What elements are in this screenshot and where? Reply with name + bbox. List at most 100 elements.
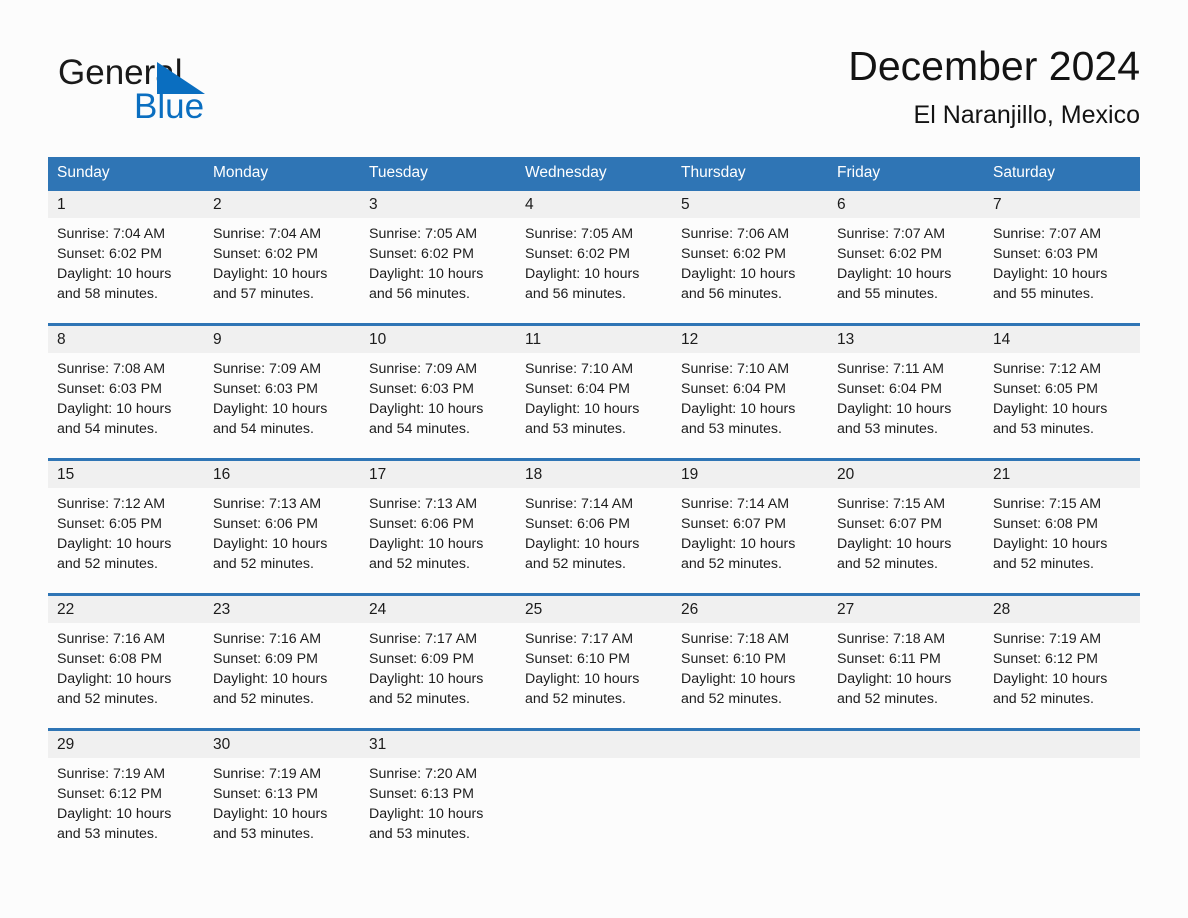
day-cell[interactable]: 10 Sunrise: 7:09 AM Sunset: 6:03 PM Dayl… xyxy=(360,323,516,458)
day-number: 10 xyxy=(369,331,387,348)
day-cell[interactable]: 9 Sunrise: 7:09 AM Sunset: 6:03 PM Dayli… xyxy=(204,323,360,458)
day-cell[interactable]: 1 Sunrise: 7:04 AM Sunset: 6:02 PM Dayli… xyxy=(48,188,204,323)
sunrise-text: Sunrise: 7:16 AM xyxy=(57,631,166,647)
day-cell[interactable]: 25 Sunrise: 7:17 AM Sunset: 6:10 PM Dayl… xyxy=(516,593,672,728)
day-number: 30 xyxy=(213,736,231,753)
day-info: Sunrise: 7:12 AM Sunset: 6:05 PM Dayligh… xyxy=(48,488,204,574)
day-number: 28 xyxy=(993,601,1011,618)
day-number: 29 xyxy=(57,736,75,753)
day-number: 11 xyxy=(525,331,542,348)
daylight-text-line2: and 52 minutes. xyxy=(993,691,1094,707)
day-number-band: 1 xyxy=(48,191,204,218)
daylight-text-line2: and 54 minutes. xyxy=(57,421,158,437)
page-header: General Blue December 2024 El Naranjillo… xyxy=(48,40,1140,145)
daylight-text-line1: Daylight: 10 hours xyxy=(681,401,796,417)
day-cell[interactable]: 11 Sunrise: 7:10 AM Sunset: 6:04 PM Dayl… xyxy=(516,323,672,458)
day-info: Sunrise: 7:09 AM Sunset: 6:03 PM Dayligh… xyxy=(204,353,360,439)
day-cell[interactable]: 2 Sunrise: 7:04 AM Sunset: 6:02 PM Dayli… xyxy=(204,188,360,323)
day-cell[interactable]: 3 Sunrise: 7:05 AM Sunset: 6:02 PM Dayli… xyxy=(360,188,516,323)
day-number: 27 xyxy=(837,601,855,618)
day-cell[interactable]: 18 Sunrise: 7:14 AM Sunset: 6:06 PM Dayl… xyxy=(516,458,672,593)
daylight-text-line2: and 53 minutes. xyxy=(681,421,782,437)
day-cell[interactable]: 8 Sunrise: 7:08 AM Sunset: 6:03 PM Dayli… xyxy=(48,323,204,458)
daylight-text-line2: and 53 minutes. xyxy=(837,421,938,437)
day-number-band: 31 xyxy=(360,731,516,758)
day-number: 17 xyxy=(369,466,387,483)
generalblue-logo[interactable]: General Blue xyxy=(58,52,318,142)
day-number-band xyxy=(672,731,828,758)
day-number: 8 xyxy=(57,331,66,348)
week-row: 1 Sunrise: 7:04 AM Sunset: 6:02 PM Dayli… xyxy=(48,188,1140,323)
day-cell[interactable]: 24 Sunrise: 7:17 AM Sunset: 6:09 PM Dayl… xyxy=(360,593,516,728)
sunset-text: Sunset: 6:02 PM xyxy=(681,246,786,262)
day-cell[interactable]: 13 Sunrise: 7:11 AM Sunset: 6:04 PM Dayl… xyxy=(828,323,984,458)
day-cell[interactable]: 6 Sunrise: 7:07 AM Sunset: 6:02 PM Dayli… xyxy=(828,188,984,323)
day-cell-empty xyxy=(828,728,984,853)
week-row: 8 Sunrise: 7:08 AM Sunset: 6:03 PM Dayli… xyxy=(48,323,1140,458)
day-cell[interactable]: 22 Sunrise: 7:16 AM Sunset: 6:08 PM Dayl… xyxy=(48,593,204,728)
title-block: December 2024 El Naranjillo, Mexico xyxy=(848,40,1140,132)
day-cell[interactable]: 19 Sunrise: 7:14 AM Sunset: 6:07 PM Dayl… xyxy=(672,458,828,593)
daylight-text-line2: and 56 minutes. xyxy=(369,286,470,302)
sunrise-text: Sunrise: 7:18 AM xyxy=(837,631,946,647)
daylight-text-line2: and 53 minutes. xyxy=(369,826,470,842)
day-number: 4 xyxy=(525,196,534,213)
day-cell[interactable]: 30 Sunrise: 7:19 AM Sunset: 6:13 PM Dayl… xyxy=(204,728,360,853)
day-number: 14 xyxy=(993,331,1011,348)
sunset-text: Sunset: 6:05 PM xyxy=(993,381,1098,397)
sunrise-text: Sunrise: 7:06 AM xyxy=(681,226,790,242)
day-info: Sunrise: 7:19 AM Sunset: 6:12 PM Dayligh… xyxy=(48,758,204,844)
day-cell[interactable]: 12 Sunrise: 7:10 AM Sunset: 6:04 PM Dayl… xyxy=(672,323,828,458)
daylight-text-line2: and 53 minutes. xyxy=(213,826,314,842)
day-cell[interactable]: 7 Sunrise: 7:07 AM Sunset: 6:03 PM Dayli… xyxy=(984,188,1140,323)
daylight-text-line1: Daylight: 10 hours xyxy=(681,536,796,552)
day-number-band: 29 xyxy=(48,731,204,758)
day-info: Sunrise: 7:07 AM Sunset: 6:03 PM Dayligh… xyxy=(984,218,1140,304)
day-cell[interactable]: 27 Sunrise: 7:18 AM Sunset: 6:11 PM Dayl… xyxy=(828,593,984,728)
day-cell[interactable]: 4 Sunrise: 7:05 AM Sunset: 6:02 PM Dayli… xyxy=(516,188,672,323)
day-number-band: 8 xyxy=(48,326,204,353)
daylight-text-line2: and 52 minutes. xyxy=(993,556,1094,572)
day-cell[interactable]: 15 Sunrise: 7:12 AM Sunset: 6:05 PM Dayl… xyxy=(48,458,204,593)
day-number: 6 xyxy=(837,196,846,213)
day-cell[interactable]: 31 Sunrise: 7:20 AM Sunset: 6:13 PM Dayl… xyxy=(360,728,516,853)
day-cell[interactable]: 17 Sunrise: 7:13 AM Sunset: 6:06 PM Dayl… xyxy=(360,458,516,593)
day-cell[interactable]: 26 Sunrise: 7:18 AM Sunset: 6:10 PM Dayl… xyxy=(672,593,828,728)
day-cell[interactable]: 23 Sunrise: 7:16 AM Sunset: 6:09 PM Dayl… xyxy=(204,593,360,728)
location-subtitle: El Naranjillo, Mexico xyxy=(913,101,1140,129)
day-cell[interactable]: 28 Sunrise: 7:19 AM Sunset: 6:12 PM Dayl… xyxy=(984,593,1140,728)
day-number-band: 17 xyxy=(360,461,516,488)
day-cell[interactable]: 14 Sunrise: 7:12 AM Sunset: 6:05 PM Dayl… xyxy=(984,323,1140,458)
weekday-header-sunday: Sunday xyxy=(57,164,110,181)
sunset-text: Sunset: 6:05 PM xyxy=(57,516,162,532)
weekday-header-row: Sunday Monday Tuesday Wednesday Thursday… xyxy=(48,157,1140,188)
sunrise-text: Sunrise: 7:13 AM xyxy=(213,496,322,512)
day-cell[interactable]: 29 Sunrise: 7:19 AM Sunset: 6:12 PM Dayl… xyxy=(48,728,204,853)
day-cell[interactable]: 20 Sunrise: 7:15 AM Sunset: 6:07 PM Dayl… xyxy=(828,458,984,593)
day-cell[interactable]: 21 Sunrise: 7:15 AM Sunset: 6:08 PM Dayl… xyxy=(984,458,1140,593)
day-number: 23 xyxy=(213,601,231,618)
daylight-text-line1: Daylight: 10 hours xyxy=(525,266,640,282)
sunrise-text: Sunrise: 7:12 AM xyxy=(993,361,1102,377)
day-number: 20 xyxy=(837,466,855,483)
sunrise-text: Sunrise: 7:17 AM xyxy=(525,631,634,647)
daylight-text-line2: and 52 minutes. xyxy=(681,556,782,572)
sunset-text: Sunset: 6:07 PM xyxy=(681,516,786,532)
day-number-band: 9 xyxy=(204,326,360,353)
sunset-text: Sunset: 6:03 PM xyxy=(57,381,162,397)
day-cell[interactable]: 16 Sunrise: 7:13 AM Sunset: 6:06 PM Dayl… xyxy=(204,458,360,593)
daylight-text-line2: and 52 minutes. xyxy=(525,556,626,572)
day-info: Sunrise: 7:14 AM Sunset: 6:07 PM Dayligh… xyxy=(672,488,828,574)
daylight-text-line2: and 52 minutes. xyxy=(57,556,158,572)
daylight-text-line1: Daylight: 10 hours xyxy=(837,536,952,552)
day-info: Sunrise: 7:13 AM Sunset: 6:06 PM Dayligh… xyxy=(204,488,360,574)
daylight-text-line1: Daylight: 10 hours xyxy=(837,266,952,282)
day-number: 16 xyxy=(213,466,231,483)
daylight-text-line2: and 52 minutes. xyxy=(369,691,470,707)
sunset-text: Sunset: 6:02 PM xyxy=(57,246,162,262)
weekday-header-saturday: Saturday xyxy=(993,164,1056,181)
day-cell[interactable]: 5 Sunrise: 7:06 AM Sunset: 6:02 PM Dayli… xyxy=(672,188,828,323)
daylight-text-line1: Daylight: 10 hours xyxy=(213,806,328,822)
day-number: 19 xyxy=(681,466,699,483)
sunset-text: Sunset: 6:06 PM xyxy=(525,516,630,532)
